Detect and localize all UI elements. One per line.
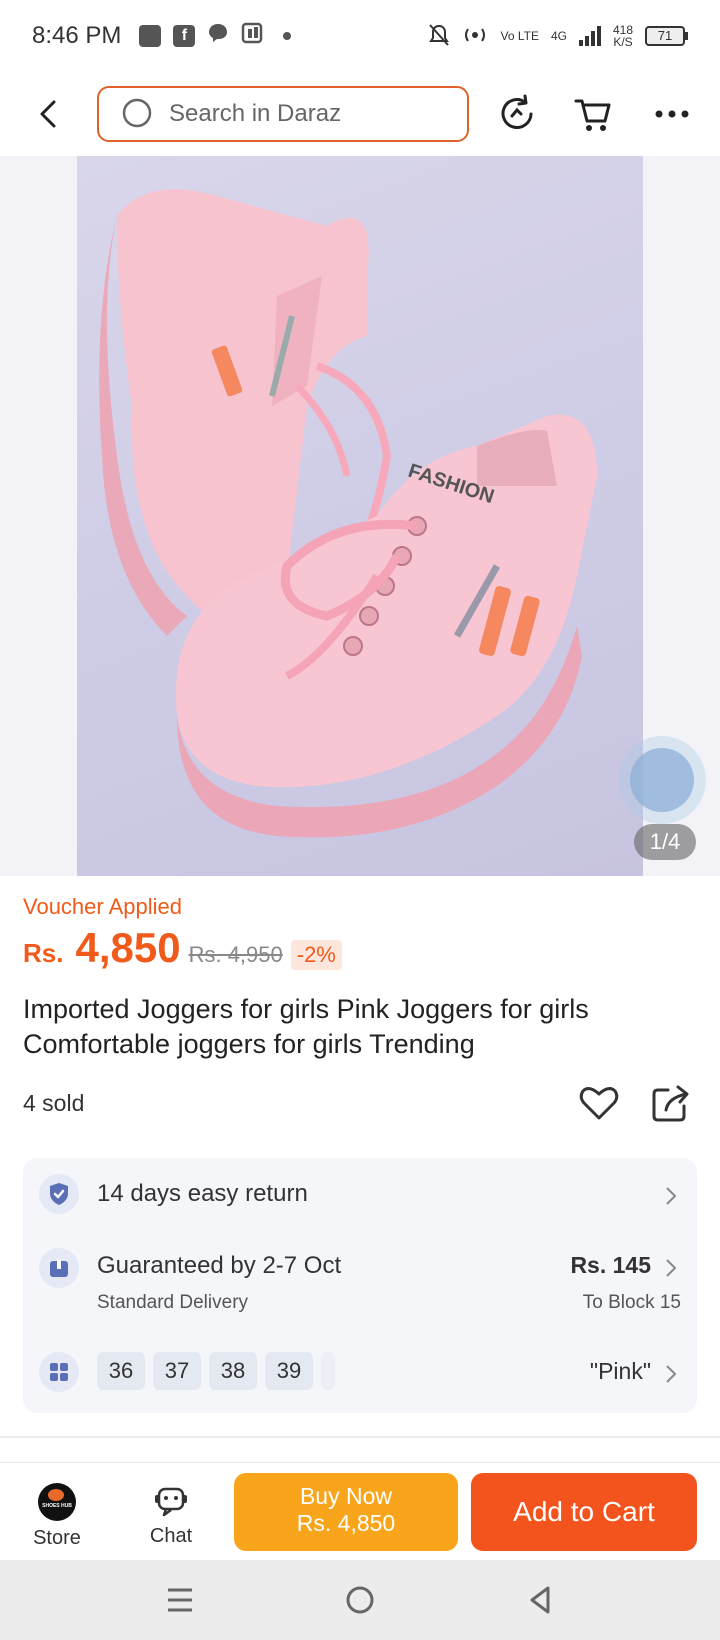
system-navigation-bar bbox=[0, 1560, 720, 1640]
chat-button[interactable]: Chat bbox=[130, 1483, 212, 1548]
size-chip-overflow bbox=[321, 1352, 335, 1390]
pink-sneakers-illustration: FASHION bbox=[99, 189, 597, 838]
facebook-icon: f bbox=[173, 25, 196, 47]
bottom-action-bar: SHOES HUB Store Chat Buy Now Rs. 4,850 A… bbox=[0, 1462, 720, 1560]
discount-badge: -2% bbox=[290, 940, 342, 970]
store-logo: SHOES HUB bbox=[38, 1483, 76, 1521]
variant-row[interactable]: 36 37 38 39 "Pink" bbox=[23, 1338, 697, 1406]
add-to-cart-button[interactable]: Add to Cart bbox=[471, 1473, 697, 1551]
product-image[interactable]: FASHION bbox=[77, 156, 643, 876]
buy-now-price: Rs. 4,850 bbox=[296, 1510, 396, 1536]
chat-label: Chat bbox=[149, 1525, 193, 1547]
triangle-back-icon bbox=[530, 1586, 550, 1614]
store-button[interactable]: SHOES HUB Store bbox=[16, 1483, 98, 1550]
store-label: Store bbox=[33, 1527, 81, 1549]
share-icon bbox=[652, 1085, 689, 1122]
messenger-icon bbox=[207, 22, 229, 51]
more-options-button[interactable] bbox=[650, 92, 694, 136]
delivery-location: To Block 15 bbox=[582, 1292, 681, 1313]
delivery-row[interactable]: Guaranteed by 2-7 Oct Standard Delivery … bbox=[23, 1236, 697, 1332]
size-chip[interactable]: 36 bbox=[97, 1352, 145, 1390]
heart-icon bbox=[579, 1087, 619, 1120]
chevron-right-icon bbox=[666, 1187, 677, 1205]
back-button[interactable] bbox=[32, 96, 64, 132]
signal-icon bbox=[578, 26, 601, 46]
price-value: 4,850 bbox=[75, 924, 181, 971]
home-button[interactable] bbox=[340, 1580, 380, 1620]
header: Search in Daraz bbox=[0, 78, 720, 150]
cart-button[interactable] bbox=[572, 92, 616, 136]
battery-tip bbox=[685, 32, 688, 40]
search-placeholder: Search in Daraz bbox=[169, 100, 342, 127]
return-policy-text: 14 days easy return bbox=[97, 1180, 308, 1207]
app-notification-icon bbox=[139, 25, 162, 47]
wishlist-button[interactable] bbox=[578, 1082, 620, 1124]
selected-color: "Pink" bbox=[589, 1358, 651, 1384]
variants-grid-icon bbox=[39, 1352, 79, 1392]
price-currency: Rs. bbox=[23, 938, 64, 968]
image-counter: 1/4 bbox=[634, 824, 696, 860]
sold-count: 4 sold bbox=[23, 1090, 85, 1116]
buy-now-label: Buy Now bbox=[299, 1483, 393, 1509]
original-price: Rs. 4,950 bbox=[188, 942, 283, 967]
history-button[interactable] bbox=[495, 92, 539, 136]
battery-level: 71 bbox=[645, 26, 685, 46]
back-nav-button[interactable] bbox=[520, 1580, 560, 1620]
delivery-guarantee: Guaranteed by 2-7 Oct bbox=[97, 1252, 342, 1279]
delivery-fee: Rs. 145 bbox=[570, 1252, 651, 1278]
chevron-right-icon bbox=[666, 1259, 677, 1277]
status-bar: 8:46 PM f Vo LTE 4G 418 K/S 71 bbox=[0, 0, 720, 72]
menu-lines-icon bbox=[168, 1588, 192, 1612]
more-horizontal-icon bbox=[655, 110, 689, 118]
section-divider bbox=[0, 1436, 720, 1438]
status-time: 8:46 PM bbox=[32, 22, 122, 49]
store-logo-mark bbox=[48, 1489, 64, 1501]
floating-action-inner bbox=[630, 748, 694, 812]
more-notifications-dot bbox=[283, 32, 292, 40]
product-title: Imported Joggers for girls Pink Joggers … bbox=[23, 994, 589, 1059]
battery-icon: 71 bbox=[645, 26, 688, 46]
shield-check-icon bbox=[39, 1174, 79, 1214]
floating-action-button[interactable] bbox=[618, 736, 706, 824]
search-icon bbox=[122, 98, 152, 128]
price-row: Rs. 4,850 Rs. 4,950 -2% bbox=[23, 924, 342, 972]
status-right: Vo LTE 4G 418 K/S 71 bbox=[428, 23, 688, 50]
refresh-icon bbox=[501, 94, 533, 129]
search-input[interactable]: Search in Daraz bbox=[97, 86, 469, 142]
return-policy-row[interactable]: 14 days easy return bbox=[23, 1158, 697, 1230]
speed-unit: K/S bbox=[613, 35, 633, 49]
product-gallery[interactable]: FASHION 1/4 bbox=[0, 156, 720, 876]
size-chip[interactable]: 37 bbox=[153, 1352, 201, 1390]
status-left: 8:46 PM f bbox=[32, 22, 292, 51]
size-chip[interactable]: 38 bbox=[209, 1352, 257, 1390]
voucher-label: Voucher Applied bbox=[23, 894, 183, 919]
mute-icon bbox=[428, 23, 450, 50]
volte-indicator: Vo LTE bbox=[500, 29, 539, 43]
hotspot-icon bbox=[462, 24, 488, 49]
chevron-left-icon bbox=[40, 100, 56, 128]
buy-now-button[interactable]: Buy Now Rs. 4,850 bbox=[234, 1473, 458, 1551]
network-speed: 418 K/S bbox=[613, 24, 633, 48]
home-circle-icon bbox=[346, 1586, 374, 1614]
cart-icon bbox=[574, 99, 611, 131]
info-card: 14 days easy return Guaranteed by 2-7 Oc… bbox=[23, 1158, 697, 1413]
store-logo-text: SHOES HUB bbox=[42, 1503, 72, 1509]
recents-button[interactable] bbox=[160, 1580, 200, 1620]
chat-icon bbox=[155, 1487, 187, 1517]
size-chip[interactable]: 39 bbox=[265, 1352, 313, 1390]
sim-icon bbox=[241, 22, 265, 51]
network-type: 4G bbox=[550, 29, 567, 43]
size-options: 36 37 38 39 bbox=[97, 1352, 335, 1390]
delivery-method: Standard Delivery bbox=[97, 1292, 249, 1313]
share-button[interactable] bbox=[650, 1082, 692, 1124]
delivery-box-icon bbox=[39, 1248, 79, 1288]
chevron-right-icon bbox=[666, 1365, 677, 1383]
